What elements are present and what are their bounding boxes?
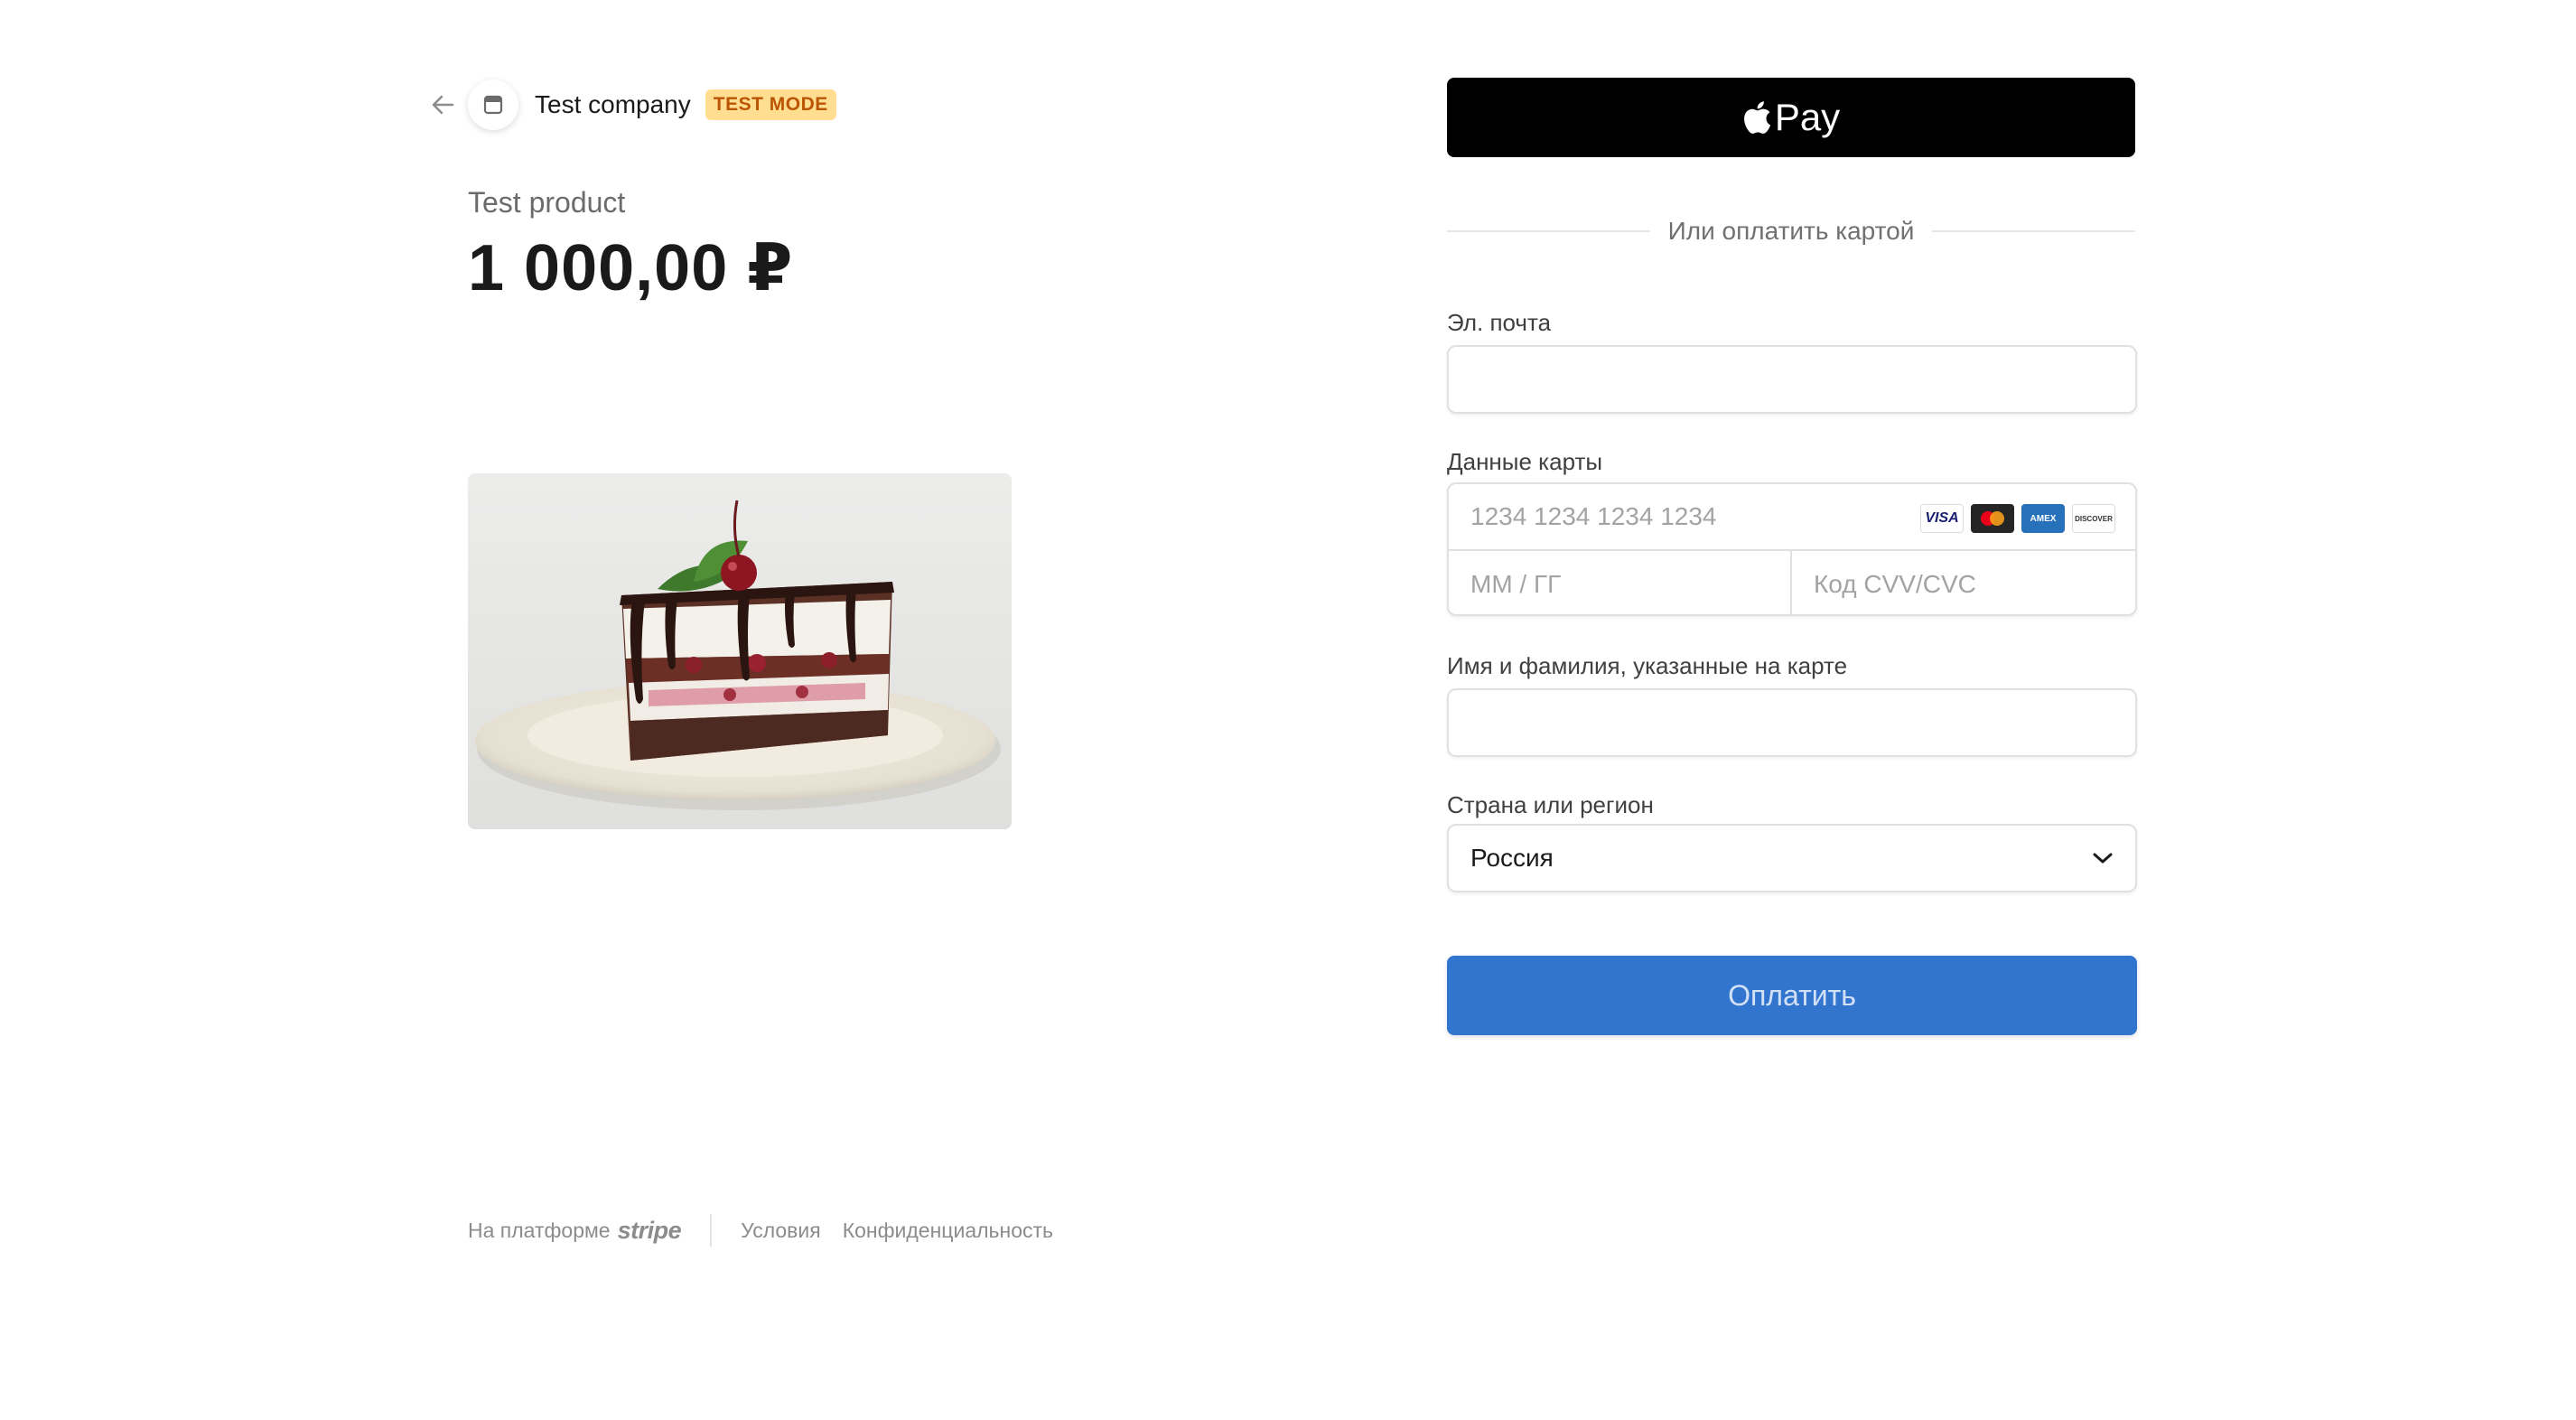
test-mode-badge: TEST MODE	[705, 89, 836, 120]
apple-logo-icon	[1743, 101, 1771, 134]
terms-link[interactable]: Условия	[741, 1219, 821, 1243]
amex-icon: AMEX	[2021, 504, 2065, 533]
pay-button-label: Оплатить	[1728, 978, 1856, 1012]
merchant-header: Test company TEST MODE	[425, 79, 836, 130]
footer-divider	[710, 1214, 713, 1247]
expiry-placeholder: ММ / ГГ	[1470, 570, 1562, 598]
product-name: Test product	[468, 186, 626, 219]
stripe-logo: stripe	[617, 1216, 682, 1244]
footer: На платформе stripe Условия Конфиденциал…	[468, 1212, 1075, 1248]
powered-by-label: На платформе	[468, 1218, 611, 1242]
country-select[interactable]: Россия	[1447, 824, 2137, 892]
divider-line-right	[1932, 230, 2135, 232]
mastercard-icon	[1971, 504, 2014, 533]
cardholder-name-label: Имя и фамилия, указанные на карте	[1447, 652, 1848, 679]
discover-icon: DISCOVER	[2072, 504, 2115, 533]
email-label: Эл. почта	[1447, 309, 1552, 336]
company-name[interactable]: Test company	[535, 90, 691, 119]
or-divider: Или оплатить картой	[1447, 213, 2135, 249]
store-icon	[468, 79, 518, 130]
apple-pay-label: Pay	[1774, 96, 1841, 138]
apple-pay-button[interactable]: Pay	[1447, 78, 2135, 157]
privacy-link[interactable]: Конфиденциальность	[843, 1219, 1053, 1243]
product-price: 1 000,00 ₽	[468, 232, 794, 304]
or-divider-text: Или оплатить картой	[1667, 217, 1915, 245]
visa-icon: VISA	[1920, 504, 1964, 533]
back-arrow-icon[interactable]	[425, 87, 461, 123]
cardholder-name-field[interactable]	[1447, 688, 2137, 757]
email-field[interactable]	[1447, 345, 2137, 414]
card-brands: VISA AMEX DISCOVER	[1920, 504, 2115, 533]
cvc-field[interactable]: Код CVV/CVC	[1792, 551, 2135, 614]
product-image	[468, 473, 1012, 829]
card-label: Данные карты	[1447, 448, 1603, 475]
expiry-field[interactable]: ММ / ГГ	[1449, 551, 1792, 614]
cvc-placeholder: Код CVV/CVC	[1814, 570, 1976, 598]
pay-button[interactable]: Оплатить	[1447, 956, 2137, 1035]
chevron-down-icon	[2093, 853, 2113, 864]
card-number-placeholder: 1234 1234 1234 1234	[1470, 502, 1717, 530]
divider-line-left	[1447, 230, 1650, 232]
country-value: Россия	[1470, 844, 1554, 872]
card-details-group: 1234 1234 1234 1234 VISA AMEX DISCOVER М…	[1447, 482, 2137, 616]
country-label: Страна или регион	[1447, 791, 1654, 818]
powered-by-stripe[interactable]: На платформе stripe	[468, 1216, 682, 1245]
